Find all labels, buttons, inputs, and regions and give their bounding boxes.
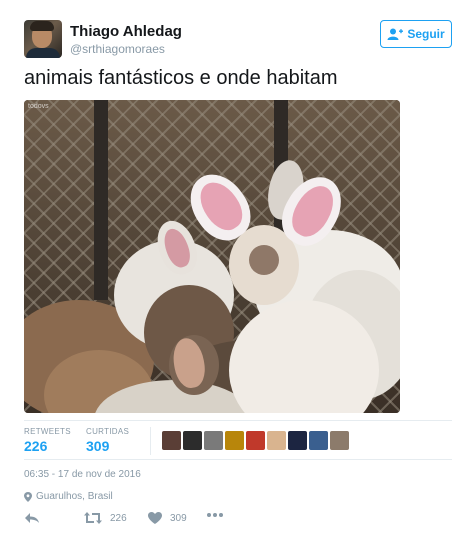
tweet-header: Thiago Ahledag @srthiagomoraes Seguir [24,20,452,60]
photo-watermark: todovs [28,103,49,110]
tweet-location[interactable]: Guarulhos, Brasil [24,491,113,502]
retweets-stat[interactable]: RETWEETS 226 [24,427,71,454]
avatar[interactable] [24,20,62,58]
user-name[interactable]: Thiago Ahledag [70,23,182,40]
retweets-value: 226 [24,438,48,454]
add-user-icon [387,28,404,40]
retweet-button[interactable]: 226 [84,512,127,524]
follow-button-label: Seguir [407,27,445,41]
like-count: 309 [170,512,187,524]
liker-avatar[interactable] [288,431,307,450]
liker-avatar[interactable] [183,431,202,450]
tweet-photo[interactable]: todovs [24,100,400,413]
tweet-actions: 226 309 [24,512,324,528]
retweet-icon [84,512,102,524]
retweet-count: 226 [110,512,127,524]
retweets-label: RETWEETS [24,427,71,436]
liker-avatar[interactable] [267,431,286,450]
liker-avatars [162,431,349,450]
location-pin-icon [24,491,32,502]
stats-divider [150,427,151,455]
liker-avatar[interactable] [162,431,181,450]
more-button[interactable] [207,512,223,518]
liker-avatar[interactable] [225,431,244,450]
heart-icon [148,512,162,524]
likes-stat[interactable]: CURTIDAS 309 [86,427,129,454]
likes-label: CURTIDAS [86,427,130,436]
follow-button[interactable]: Seguir [380,20,452,48]
reply-button[interactable] [24,512,40,524]
liker-avatar[interactable] [246,431,265,450]
liker-avatar[interactable] [330,431,349,450]
more-icon [207,513,223,517]
liker-avatar[interactable] [309,431,328,450]
tweet-stats: RETWEETS 226 CURTIDAS 309 [24,420,452,460]
tweet-text: animais fantásticos e onde habitam [24,67,338,89]
tweet-timestamp[interactable]: 06:35 - 17 de nov de 2016 [24,469,141,480]
user-handle[interactable]: @srthiagomoraes [70,42,165,56]
reply-icon [25,513,39,523]
like-button[interactable]: 309 [148,512,187,524]
location-label: Guarulhos, Brasil [36,491,113,502]
liker-avatar[interactable] [204,431,223,450]
likes-value: 309 [86,438,110,454]
